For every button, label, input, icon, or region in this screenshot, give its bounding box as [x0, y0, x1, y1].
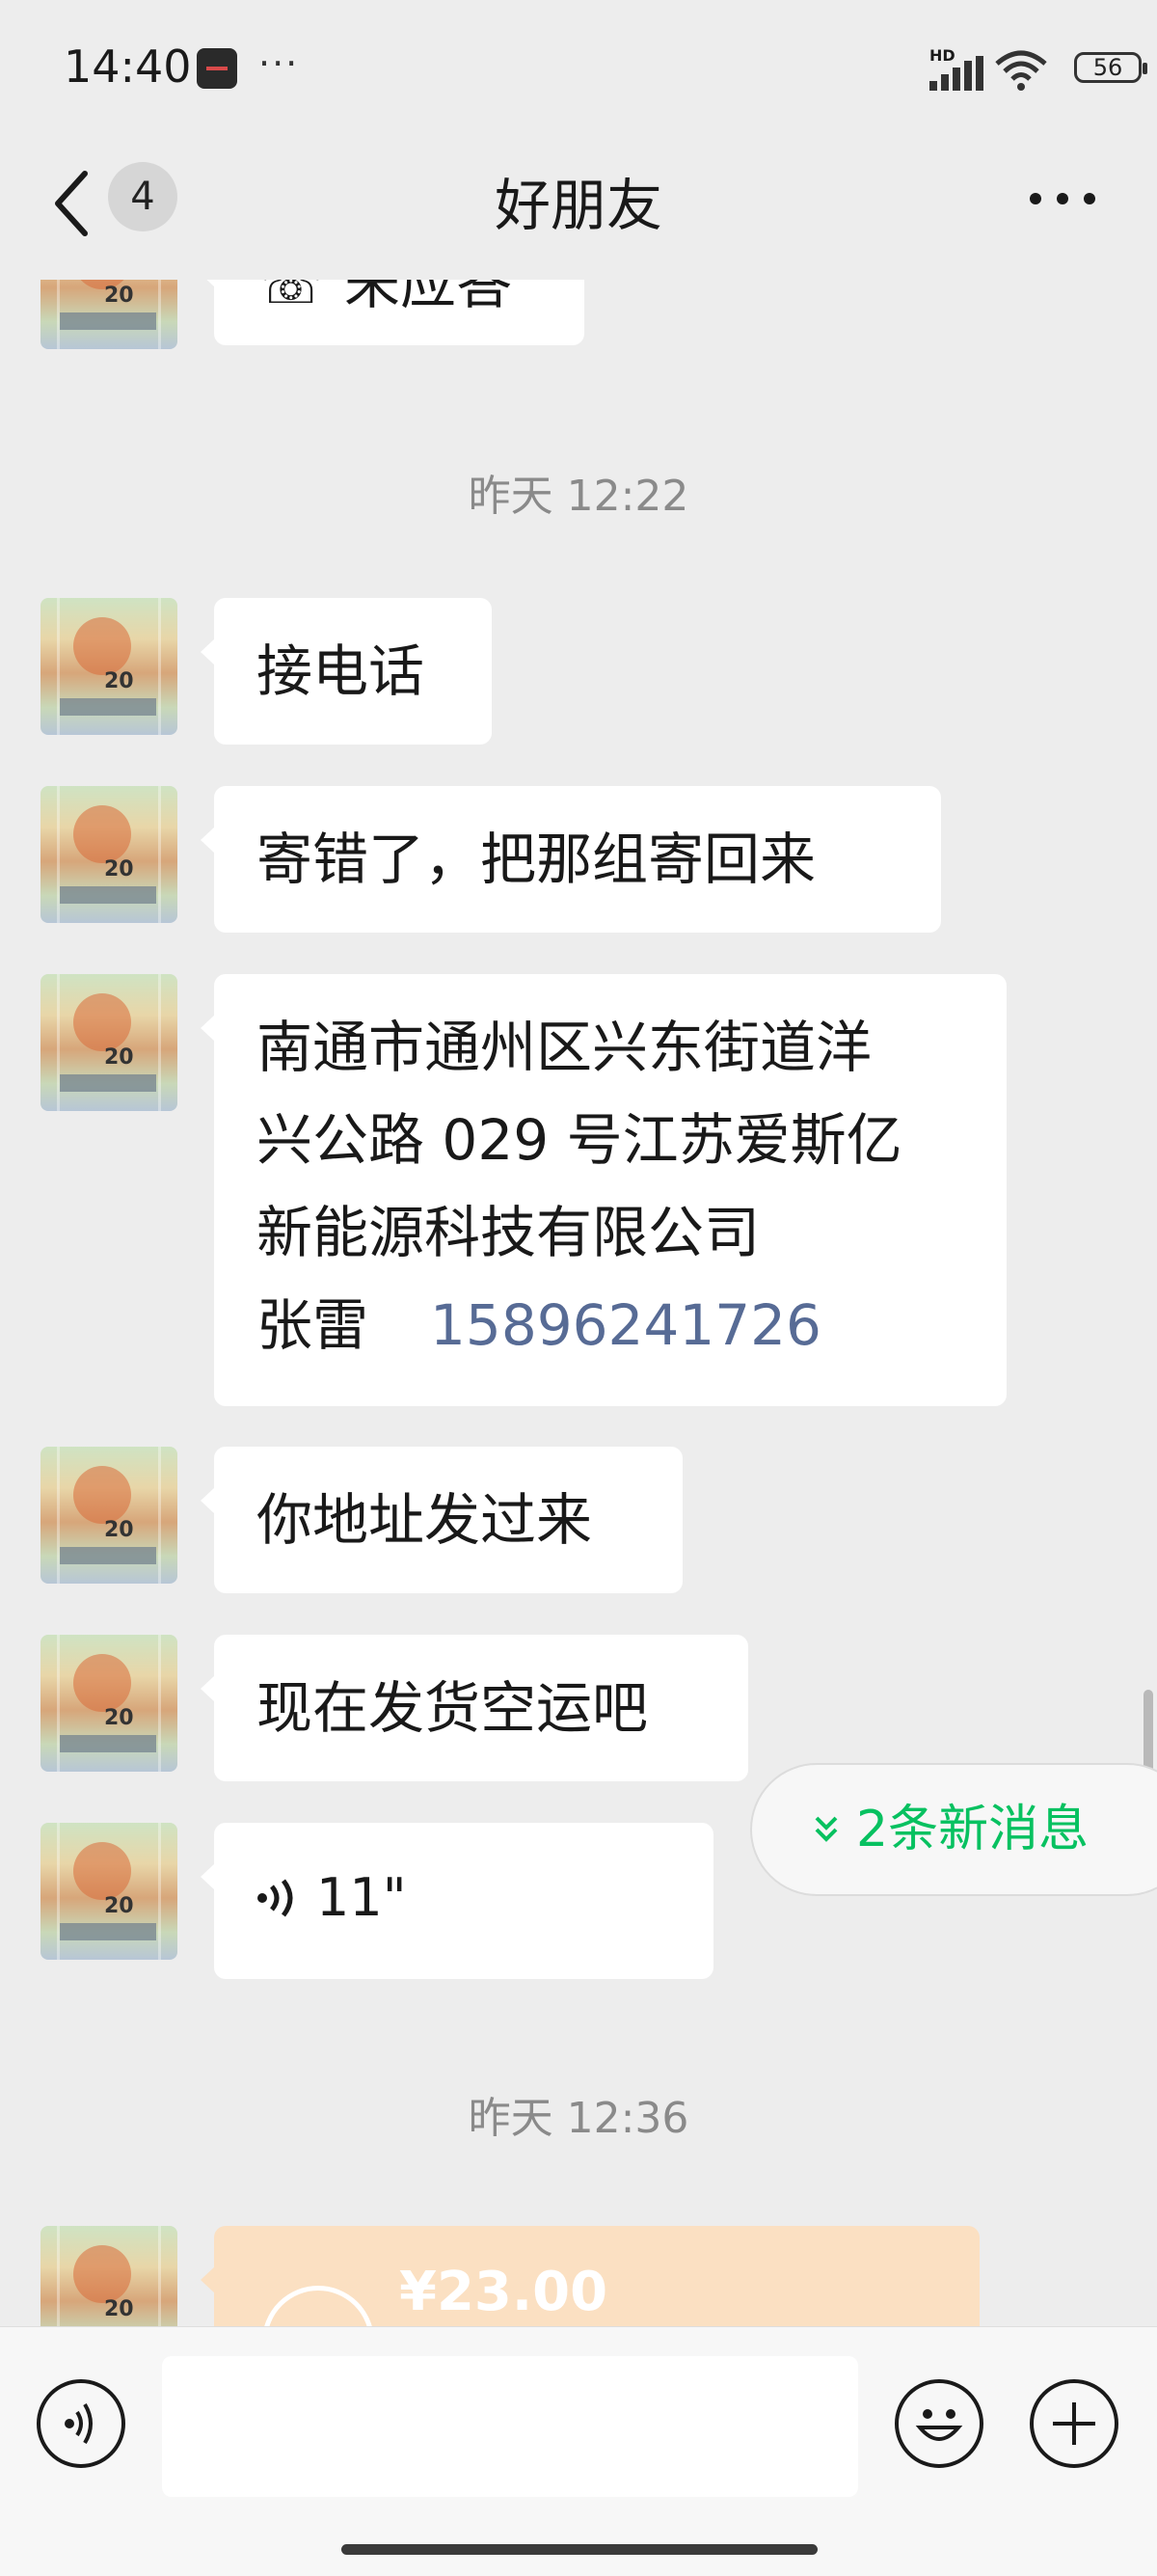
battery-icon: 56 — [1074, 52, 1147, 83]
voice-wave-icon — [257, 1879, 293, 1917]
voice-duration: 11" — [316, 1867, 407, 1928]
signal-icon — [929, 56, 983, 91]
message-list[interactable]: 20 ☏ 未应答 昨天 12:22 20 接电话 20 寄错了，把那组寄回来 2… — [0, 280, 1157, 2326]
message-bubble[interactable]: 现在发货空运吧 — [201, 1635, 748, 1781]
message-text: 寄错了，把那组寄回来 — [256, 827, 817, 892]
new-messages-button[interactable]: 2条新消息 — [750, 1763, 1157, 1896]
more-icon[interactable] — [1026, 187, 1099, 210]
more-actions-button[interactable] — [1030, 2379, 1118, 2468]
home-indicator[interactable] — [341, 2544, 818, 2555]
message-text: 接电话 — [256, 638, 425, 704]
contact-avatar[interactable]: 20 — [40, 280, 177, 349]
more-notifications-icon: ··· — [258, 42, 300, 85]
status-time: 14:40 — [64, 41, 192, 93]
unread-count-badge[interactable]: 4 — [108, 162, 177, 231]
input-bar — [0, 2326, 1157, 2576]
message-bubble[interactable]: 你地址发过来 — [201, 1447, 683, 1593]
plus-icon — [1053, 2402, 1095, 2445]
voice-input-button[interactable] — [37, 2379, 125, 2468]
transfer-icon — [262, 2286, 374, 2326]
contact-avatar[interactable]: 20 — [40, 1823, 177, 1960]
recipient-name: 张雷 — [256, 1292, 369, 1358]
emoji-icon — [915, 2409, 963, 2441]
emoji-button[interactable] — [895, 2379, 983, 2468]
transfer-amount: ¥23.00 — [399, 2261, 608, 2323]
status-bar: 14:40 ··· HD 56 — [0, 0, 1157, 135]
contact-avatar[interactable]: 20 — [40, 598, 177, 735]
chevron-down-icon — [815, 1816, 838, 1842]
contact-avatar[interactable]: 20 — [40, 2226, 177, 2326]
address-message-bubble[interactable]: 南通市通州区兴东街道洋 兴公路 029 号江苏爱斯亿 新能源科技有限公司 张雷 1… — [201, 974, 1007, 1406]
recorder-notification-icon — [197, 48, 237, 89]
contact-avatar[interactable]: 20 — [40, 1447, 177, 1584]
message-text: 现在发货空运吧 — [256, 1675, 649, 1741]
phone-number-link[interactable]: 15896241726 — [430, 1292, 821, 1358]
wifi-icon — [995, 50, 1047, 91]
transfer-message-bubble[interactable]: ¥23.00 — [201, 2226, 980, 2326]
address-line: 兴公路 029 号江苏爱斯亿 — [256, 1107, 902, 1173]
timestamp: 昨天 12:22 — [468, 472, 689, 521]
voice-message-bubble[interactable]: 11" — [201, 1823, 713, 1979]
contact-avatar[interactable]: 20 — [40, 974, 177, 1111]
contact-avatar[interactable]: 20 — [40, 1635, 177, 1772]
missed-call-icon: ☏ — [256, 280, 344, 316]
call-status-text: 未应答 — [343, 280, 512, 316]
contact-avatar[interactable]: 20 — [40, 786, 177, 923]
message-text: 你地址发过来 — [256, 1487, 593, 1553]
new-messages-label: 2条新消息 — [856, 1801, 1090, 1858]
timestamp: 昨天 12:36 — [468, 2094, 689, 2143]
voice-icon — [65, 2402, 93, 2445]
address-line: 南通市通州区兴东街道洋 — [256, 1015, 873, 1080]
message-bubble[interactable]: 寄错了，把那组寄回来 — [201, 786, 941, 933]
message-bubble[interactable]: 接电话 — [201, 598, 492, 745]
call-status-bubble[interactable]: ☏ 未应答 — [201, 280, 584, 345]
message-input[interactable] — [162, 2356, 858, 2497]
address-line: 新能源科技有限公司 — [256, 1200, 761, 1265]
